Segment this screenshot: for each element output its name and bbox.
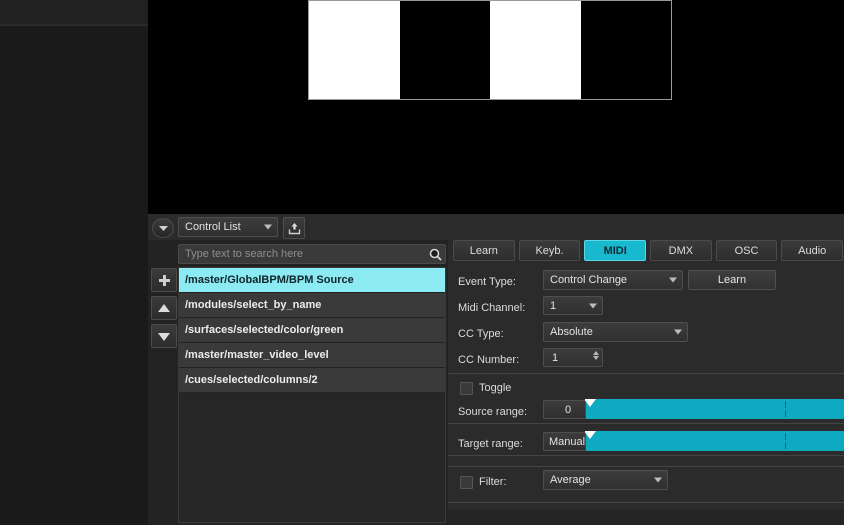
output-preview: [148, 0, 844, 214]
event-type-dropdown[interactable]: Control Change: [543, 270, 683, 290]
midi-channel-dropdown[interactable]: 1: [543, 296, 603, 315]
preview-bar: [309, 1, 400, 99]
control-list-dropdown[interactable]: Control List: [178, 217, 278, 237]
filter-checkbox-row[interactable]: Filter:: [460, 472, 507, 492]
divider: [448, 466, 844, 467]
source-range-value: 0: [564, 403, 572, 416]
cc-number-stepper[interactable]: 1: [543, 348, 603, 367]
target-range-slider[interactable]: [585, 431, 844, 451]
cc-number-value: 1: [552, 351, 559, 364]
chevron-down-circle-icon[interactable]: [152, 218, 174, 238]
list-item[interactable]: /master/master_video_level: [179, 343, 445, 368]
chevron-down-icon: [654, 477, 662, 483]
tab-audio[interactable]: Audio: [781, 240, 844, 261]
list-item[interactable]: /cues/selected/columns/2: [179, 368, 445, 393]
source-range-slider[interactable]: [585, 399, 844, 419]
arrow-up-icon[interactable]: [151, 296, 177, 320]
mapping-settings-panel: Learn Keyb. MIDI DMX OSC Audio Event Type: Co…: [448, 240, 844, 525]
toggle-checkbox[interactable]: [460, 381, 473, 395]
list-side-buttons: [151, 268, 177, 352]
stepper-up-icon[interactable]: [593, 351, 599, 355]
protocol-tabs[interactable]: Learn Keyb. MIDI DMX OSC Audio: [453, 240, 844, 264]
settings-bottom-fill: [448, 510, 844, 525]
search-icon[interactable]: [425, 248, 445, 261]
control-list-dropdown-label: Control List: [185, 221, 241, 233]
control-list[interactable]: /master/GlobalBPM/BPM Source/modules/sel…: [178, 267, 446, 523]
plus-icon[interactable]: [151, 268, 177, 292]
sidebar-top-strip: [0, 0, 148, 24]
cc-type-dropdown[interactable]: Absolute: [543, 322, 688, 342]
tab-dmx[interactable]: DMX: [650, 240, 712, 261]
tab-learn[interactable]: Learn: [453, 240, 515, 261]
tab-midi[interactable]: MIDI: [584, 240, 647, 261]
tab-osc[interactable]: OSC: [715, 240, 778, 261]
cc-number-label: CC Number:: [458, 354, 520, 366]
list-item[interactable]: /surfaces/selected/color/green: [179, 318, 445, 343]
search-bar[interactable]: [178, 244, 446, 264]
cc-type-label: CC Type:: [458, 328, 504, 340]
chevron-down-icon: [589, 303, 597, 308]
search-input[interactable]: [179, 247, 425, 261]
divider: [448, 423, 844, 424]
filter-checkbox[interactable]: [460, 475, 473, 489]
preview-pattern: [308, 0, 672, 100]
chevron-down-icon: [669, 277, 677, 283]
arrow-down-icon[interactable]: [151, 324, 177, 348]
control-toolbar: Control List: [148, 214, 844, 240]
stepper-arrows[interactable]: [593, 351, 599, 360]
target-range-label: Target range:: [458, 438, 523, 450]
toggle-checkbox-row[interactable]: Toggle: [460, 378, 511, 398]
filter-dropdown[interactable]: Average: [543, 470, 668, 490]
tab-keyb[interactable]: Keyb.: [518, 240, 581, 261]
left-sidebar: [0, 0, 148, 525]
control-list-panel: /master/GlobalBPM/BPM Source/modules/sel…: [148, 240, 448, 525]
target-range-slider-handle[interactable]: [585, 431, 596, 439]
list-empty-area: [179, 393, 445, 522]
divider: [448, 373, 844, 374]
event-type-label: Event Type:: [458, 276, 516, 288]
learn-button[interactable]: Learn: [688, 270, 776, 290]
divider: [448, 455, 844, 456]
source-range-label: Source range:: [458, 406, 528, 418]
filter-label: Filter:: [479, 476, 507, 488]
target-range-mode-field[interactable]: Manual: [543, 432, 591, 451]
midi-channel-label: Midi Channel:: [458, 302, 526, 314]
target-range-tick-top: [785, 433, 786, 440]
stepper-down-icon[interactable]: [593, 356, 599, 360]
preview-bar: [490, 1, 581, 99]
application-window: Control List Type text to search here /m…: [0, 0, 844, 525]
control-panel: Control List Type text to search here /m…: [148, 214, 844, 525]
target-range-value: Manual: [548, 435, 586, 448]
learn-button-label: Learn: [717, 274, 747, 286]
preview-bar: [399, 1, 490, 99]
list-item[interactable]: /modules/select_by_name: [179, 293, 445, 318]
chevron-down-icon: [264, 224, 272, 230]
source-range-tick-bottom: [785, 410, 786, 417]
event-type-value: Control Change: [550, 274, 628, 286]
filter-value: Average: [550, 474, 591, 486]
preview-bar: [580, 1, 671, 99]
export-icon[interactable]: [283, 217, 305, 239]
toggle-label: Toggle: [479, 382, 512, 394]
target-range-tick-bottom: [785, 442, 786, 449]
list-item[interactable]: /master/GlobalBPM/BPM Source: [179, 268, 445, 293]
divider: [448, 502, 844, 503]
source-range-slider-handle[interactable]: [585, 399, 596, 407]
midi-settings-body: Event Type: Control Change Learn Midi Ch…: [448, 266, 844, 525]
source-range-tick-top: [785, 401, 786, 408]
chevron-down-icon: [674, 329, 682, 335]
midi-channel-value: 1: [550, 299, 557, 312]
cc-type-value: Absolute: [550, 326, 593, 338]
sidebar-body: [0, 26, 148, 525]
